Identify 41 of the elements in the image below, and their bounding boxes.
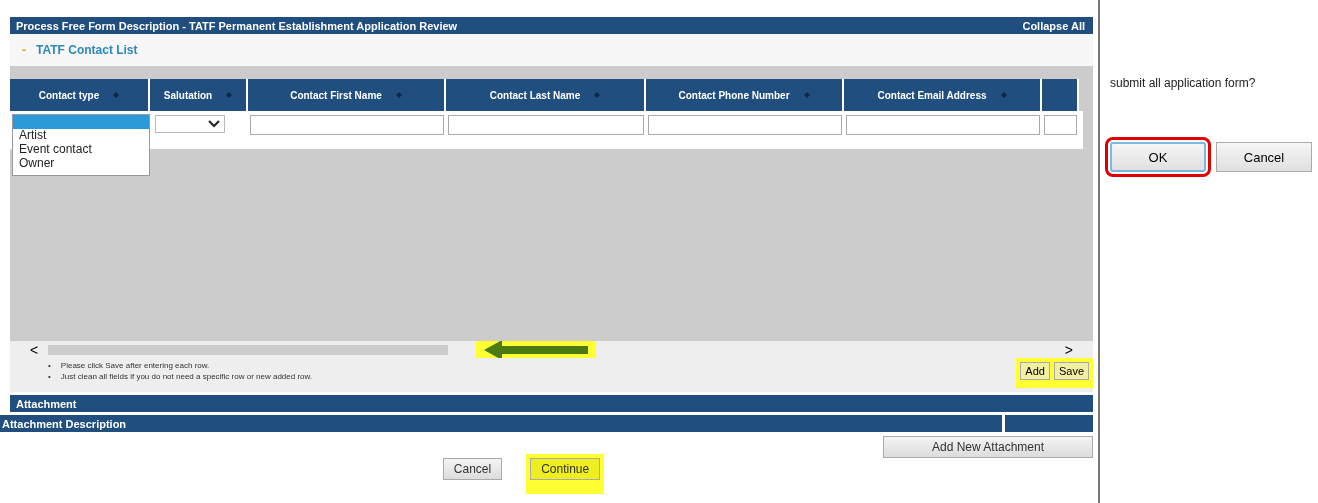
attachment-description-header: Attachment Description [0,415,1002,432]
sort-icon [113,92,120,98]
sort-icon [226,92,233,98]
input-field[interactable] [448,115,644,135]
input-field[interactable] [648,115,842,135]
sort-icon [395,92,402,98]
sort-icon [1000,92,1007,98]
column-header[interactable]: Contact Phone Number [646,79,844,111]
input-field[interactable] [250,115,444,135]
collapse-all-link[interactable]: Collapse All [1022,19,1085,32]
sort-icon [594,92,601,98]
scroll-left-button[interactable]: < [30,341,39,358]
bullet: • [48,371,51,382]
column-header[interactable]: Contact type [10,79,150,111]
row-button[interactable]: Add [1020,362,1050,380]
column-header[interactable]: Contact Last Name [446,79,646,111]
panel-title: Process Free Form Description - TATF Permanent Establishment Application Review [16,19,458,32]
section-title: TATF Contact List [36,43,138,57]
confirm-message: submit all application form? [1110,76,1257,90]
input-field[interactable] [846,115,1040,135]
note-text: Please click Save after entering each row. [60,360,210,371]
add-new-attachment-button[interactable]: Add New Attachment [883,436,1093,458]
chevron-down-icon [208,120,220,128]
dialog-button[interactable]: Cancel [1216,142,1312,172]
column-header[interactable]: Salutation [150,79,248,111]
footer-button[interactable]: Cancel [442,458,503,480]
dropdown-option[interactable]: Event contact [13,143,149,157]
column-header[interactable]: Contact First Name [248,79,446,111]
sort-icon [803,92,810,98]
note-text: Just clean all fields if you do not need a specific row or new added row. [60,371,313,382]
row-button[interactable]: Save [1053,362,1089,380]
salutation-select[interactable] [155,115,225,133]
scrollbar-thumb[interactable] [48,344,449,355]
column-header[interactable]: Contact Email Address [844,79,1042,111]
left-arrow-icon [484,339,589,360]
dropdown-option[interactable]: Owner [13,157,149,171]
dropdown-option[interactable]: Artist [13,129,149,143]
attachment-header: Attachment [10,395,1093,412]
scroll-right-button[interactable]: > [1064,341,1073,358]
input-field[interactable] [1044,115,1077,135]
bullet: • [48,360,51,371]
